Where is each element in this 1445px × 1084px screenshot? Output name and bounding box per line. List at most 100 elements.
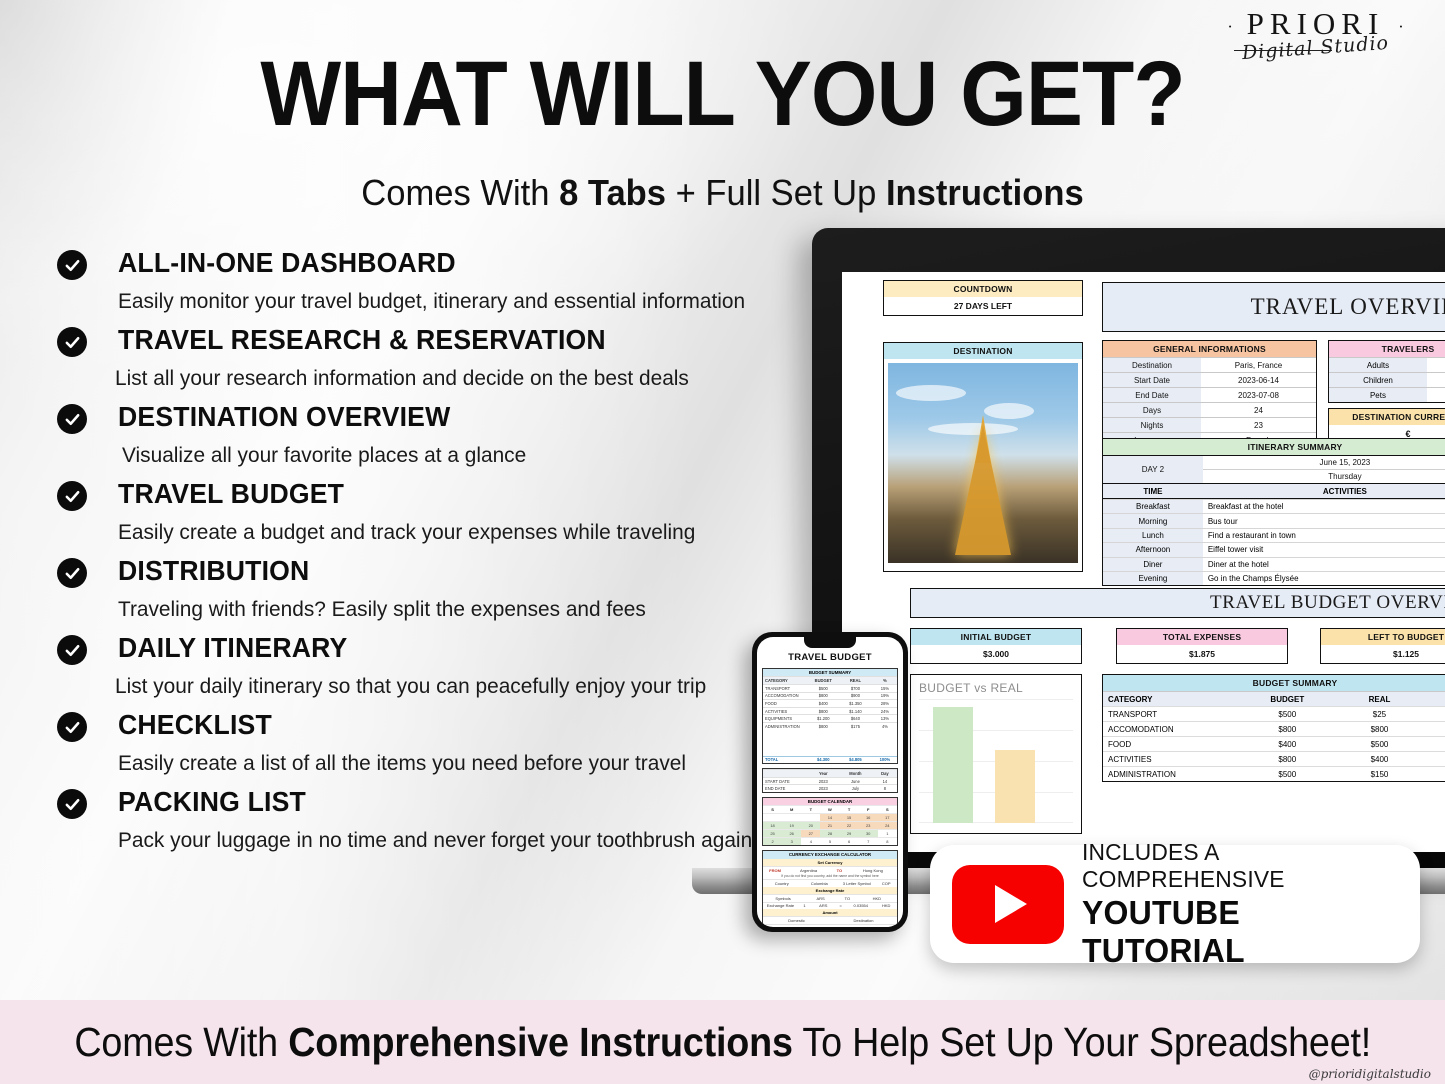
travelers-row: Adults2 <box>1329 357 1445 372</box>
cell-real: $900 <box>850 693 860 699</box>
fx-rate-value: 0.03554 <box>853 903 869 909</box>
itinerary-day-row: DAY 2 June 15, 2023 Thursday <box>1103 455 1445 483</box>
calendar-day: 23 <box>858 821 878 830</box>
dashboard-top-section: TRAVEL OVERVIEW COUNTDOWN 27 DAYS LEFT D… <box>850 280 1445 587</box>
general-info-row: Start Date 2023-06-14 <box>1103 372 1316 387</box>
calendar-day: 21 <box>820 821 840 830</box>
general-info-value: Paris, France <box>1234 360 1283 370</box>
cell-category: ADMINISTRATION <box>1108 769 1176 779</box>
kpi-header: INITIAL BUDGET <box>911 629 1081 645</box>
kpi-left-to-budget: LEFT TO BUDGET $1.125 <box>1320 628 1445 664</box>
fx-note: If you do not find you country, add the … <box>781 874 879 879</box>
itinerary-row: Evening Go in the Champs Élysée <box>1103 570 1445 586</box>
itinerary-activity: Eiffel tower visit <box>1207 545 1264 555</box>
chart-bar-budget <box>933 707 973 823</box>
cell-budget: $500 <box>1278 769 1297 779</box>
feature-title: DESTINATION OVERVIEW <box>118 401 451 432</box>
youtube-badge-text: INCLUDES A COMPREHENSIVE YOUTUBE TUTORIA… <box>1082 839 1420 970</box>
footer-pre: Comes With <box>74 1018 289 1065</box>
feature-list: ALL-IN-ONE DASHBOARD Easily monitor your… <box>55 246 815 862</box>
check-circle-icon <box>57 712 87 742</box>
calendar-day: 29 <box>839 829 859 838</box>
fx-to-value[interactable]: Hong Kong <box>849 867 897 874</box>
budget-summary-table: BUDGET SUMMARY CATEGORY BUDGET REAL % TR… <box>1102 674 1445 782</box>
col-day: Day <box>881 770 889 776</box>
cell-category: FOOD <box>1108 739 1132 749</box>
calendar-day: 8 <box>877 837 897 845</box>
feature-item: DISTRIBUTION Traveling with friends? Eas… <box>55 554 815 622</box>
fx-rate-to-cur: HKD <box>882 903 891 909</box>
col-percent: % <box>883 678 887 684</box>
page-title: WHAT WILL YOU GET? <box>260 43 1185 145</box>
general-info-row: End Date 2023-07-08 <box>1103 387 1316 402</box>
subtitle-pre: Comes With <box>361 172 560 213</box>
chart-bar-real <box>995 750 1035 823</box>
calendar-day: 15 <box>839 813 859 822</box>
cell-category: ACCOMODATION <box>1108 724 1174 734</box>
cell-month: June <box>850 778 860 784</box>
destination-header: DESTINATION <box>884 343 1082 359</box>
feature-title: CHECKLIST <box>118 709 272 740</box>
itinerary-activity: Breakfast at the hotel <box>1207 502 1284 512</box>
col-budget: BUDGET <box>1270 694 1305 704</box>
col-category: CATEGORY <box>1108 694 1153 704</box>
fx-destination-label: Destination <box>853 918 874 924</box>
itinerary-weekday: Thursday <box>1328 472 1362 481</box>
fx-amount-value[interactable]: 4500 <box>763 925 792 927</box>
general-info-row: Nights 23 <box>1103 417 1316 432</box>
cell-percent: 28% <box>880 700 889 706</box>
cell-percent: 13% <box>880 716 889 722</box>
fx-amount-header: Amount <box>763 909 897 917</box>
fx-country-value[interactable]: Colombia <box>801 880 839 887</box>
feature-description: Traveling with friends? Easily split the… <box>118 597 646 621</box>
countdown-card: COUNTDOWN 27 DAYS LEFT <box>883 280 1083 316</box>
itinerary-row: Breakfast Breakfast at the hotel <box>1103 499 1445 514</box>
subtitle-mid: + Full Set Up <box>665 172 886 213</box>
general-info-value: 24 <box>1254 405 1263 415</box>
calendar-day: 30 <box>858 829 878 838</box>
cell-percent: 21% <box>1426 752 1445 766</box>
calendar-day: 6 <box>839 837 859 845</box>
feature-title: PACKING LIST <box>118 786 306 817</box>
feature-title: TRAVEL RESEARCH & RESERVATION <box>118 324 606 355</box>
currency-header: DESTINATION CURRENCY <box>1329 409 1445 425</box>
general-information-card: GENERAL INFORMATIONS Destination Paris, F… <box>1102 340 1317 448</box>
calendar-day: 22 <box>839 821 859 830</box>
travelers-row: Children0 <box>1329 372 1445 387</box>
kpi-value: $3.000 <box>983 649 1009 659</box>
feature-item: DAILY ITINERARY List your daily itinerar… <box>55 631 815 699</box>
cell-percent: 1% <box>1426 707 1445 721</box>
table-row: FOOD $400 $500 27% <box>1103 736 1445 751</box>
subtitle-strong: Instructions <box>885 172 1084 213</box>
calendar-day: 28 <box>820 829 840 838</box>
travelers-value: 0 <box>1427 373 1445 387</box>
general-info-row: Destination Paris, France <box>1103 357 1316 372</box>
feature-item: DESTINATION OVERVIEW Visualize all your … <box>55 400 815 468</box>
itinerary-date: June 15, 2023 <box>1202 456 1445 470</box>
countdown-value: 27 DAYS LEFT <box>953 301 1013 311</box>
cell-percent: 27% <box>1426 737 1445 751</box>
itinerary-summary-card: ITINERARY SUMMARY DAY 2 June 15, 2023 Th… <box>1102 438 1445 587</box>
spreadsheet-dashboard: TRAVEL OVERVIEW COUNTDOWN 27 DAYS LEFT D… <box>842 272 1445 852</box>
cell-real: $1.140 <box>849 708 862 714</box>
cell-real: $500 <box>1370 739 1389 749</box>
logo-dot-left: · <box>1227 16 1233 36</box>
table-row: ACCOMODATION $800 $800 43% <box>1103 721 1445 736</box>
table-row: ACTIVITIES $800 $400 21% <box>1103 751 1445 766</box>
itinerary-time: Afternoon <box>1103 543 1203 557</box>
general-info-header: GENERAL INFORMATIONS <box>1103 341 1316 357</box>
travelers-key: Pets <box>1329 388 1427 402</box>
calendar-day: 24 <box>877 821 897 830</box>
cell-category: TRANSPORT <box>1108 709 1158 719</box>
fx-symbols-label: Symbols <box>775 895 791 901</box>
fx-symbol-value[interactable]: COP <box>876 880 897 887</box>
fx-result-value: 159.92 <box>830 925 870 927</box>
check-circle-icon <box>57 250 87 280</box>
kpi-value: $1.875 <box>1189 649 1215 659</box>
fx-from-value[interactable]: Argentina <box>787 867 830 874</box>
general-info-value: 23 <box>1254 420 1263 430</box>
itinerary-day-label: DAY 2 <box>1103 456 1203 483</box>
kpi-header: TOTAL EXPENSES <box>1117 629 1287 645</box>
feature-item: TRAVEL RESEARCH & RESERVATION List all y… <box>55 323 815 391</box>
itinerary-time: Lunch <box>1103 528 1203 543</box>
